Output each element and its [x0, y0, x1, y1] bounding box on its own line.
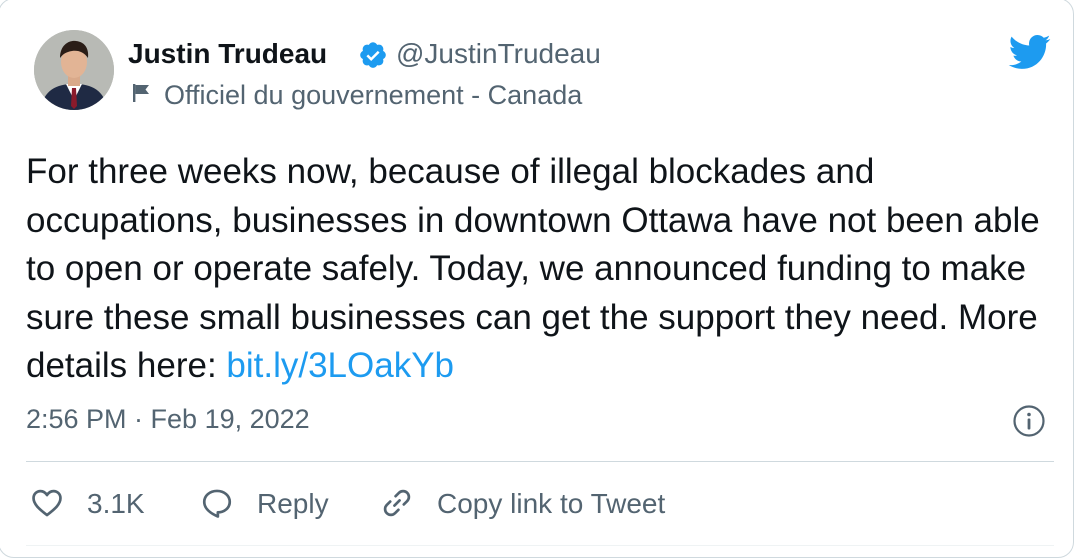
tweet-card: Justin Trudeau @JustinTrudeau Officiel d…	[0, 0, 1080, 558]
reply-button[interactable]: Reply	[257, 488, 329, 520]
tweet-text: For three weeks now, because of illegal …	[26, 148, 1066, 391]
verified-badge-icon	[360, 42, 386, 68]
speech-bubble-icon[interactable]	[200, 486, 234, 520]
tweet-link[interactable]: bit.ly/3LOakYb	[226, 346, 454, 385]
bottom-divider	[26, 545, 1054, 546]
heart-icon[interactable]	[30, 486, 64, 520]
divider	[26, 461, 1054, 462]
author-handle[interactable]: @JustinTrudeau	[396, 38, 601, 70]
timestamp[interactable]: 2:56 PM · Feb 19, 2022	[26, 404, 310, 435]
like-count[interactable]: 3.1K	[87, 488, 145, 520]
twitter-bird-icon[interactable]	[1004, 30, 1054, 74]
copy-link-button[interactable]: Copy link to Tweet	[437, 488, 665, 520]
link-icon[interactable]	[380, 486, 414, 520]
avatar[interactable]	[34, 30, 114, 110]
info-icon[interactable]	[1012, 404, 1046, 438]
author-name[interactable]: Justin Trudeau	[128, 38, 327, 70]
flag-icon	[133, 84, 149, 102]
government-label: Officiel du gouvernement - Canada	[164, 80, 583, 110]
tweet-body: For three weeks now, because of illegal …	[26, 152, 1040, 385]
